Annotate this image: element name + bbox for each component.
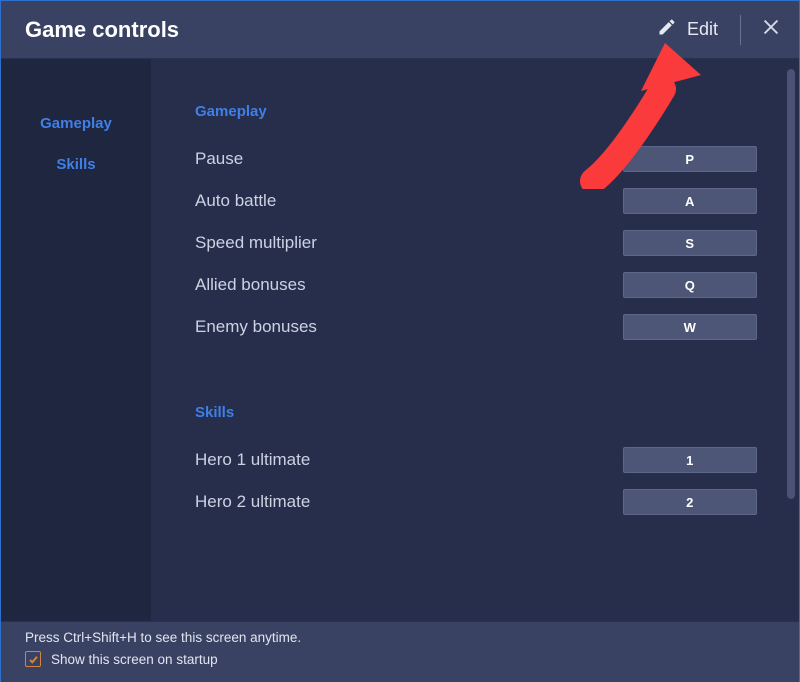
scrollbar-thumb[interactable] [787, 69, 795, 499]
section-title-gameplay: Gameplay [195, 103, 757, 120]
binding-label: Enemy bonuses [195, 317, 317, 337]
binding-label: Auto battle [195, 191, 276, 211]
keybinding-field[interactable]: P [623, 146, 757, 172]
edit-label: Edit [687, 19, 718, 40]
keybinding-field[interactable]: 1 [623, 447, 757, 473]
header-bar: Game controls Edit [1, 1, 799, 59]
binding-row: Auto battle A [195, 180, 757, 222]
close-icon [760, 16, 782, 43]
binding-row: Enemy bonuses W [195, 306, 757, 348]
keybinding-field[interactable]: S [623, 230, 757, 256]
header-divider [740, 15, 741, 45]
section-title-skills: Skills [195, 404, 757, 421]
binding-label: Allied bonuses [195, 275, 306, 295]
close-button[interactable] [757, 16, 785, 44]
startup-checkbox[interactable] [25, 651, 41, 667]
binding-row: Speed multiplier S [195, 222, 757, 264]
binding-row: Hero 1 ultimate 1 [195, 439, 757, 481]
check-icon [28, 654, 39, 665]
binding-row: Hero 2 ultimate 2 [195, 481, 757, 523]
keybinding-field[interactable]: 2 [623, 489, 757, 515]
binding-label: Hero 1 ultimate [195, 450, 310, 470]
pencil-icon [657, 17, 677, 42]
footer-hint: Press Ctrl+Shift+H to see this screen an… [25, 630, 799, 645]
startup-checkbox-row[interactable]: Show this screen on startup [25, 651, 799, 667]
sidebar-item-skills[interactable]: Skills [56, 156, 95, 173]
binding-row: Allied bonuses Q [195, 264, 757, 306]
body: Gameplay Skills Gameplay Pause P Auto ba… [1, 59, 799, 621]
section-gameplay: Gameplay Pause P Auto battle A Speed mul… [195, 103, 757, 348]
main-panel: Gameplay Pause P Auto battle A Speed mul… [151, 59, 787, 621]
binding-label: Pause [195, 149, 243, 169]
scrollbar[interactable] [787, 69, 795, 611]
main-wrap: Gameplay Pause P Auto battle A Speed mul… [151, 59, 799, 621]
startup-checkbox-label: Show this screen on startup [51, 652, 218, 667]
keybinding-field[interactable]: W [623, 314, 757, 340]
sidebar: Gameplay Skills [1, 59, 151, 621]
binding-label: Hero 2 ultimate [195, 492, 310, 512]
sidebar-item-gameplay[interactable]: Gameplay [40, 115, 112, 132]
window-title: Game controls [25, 17, 179, 43]
binding-row: Pause P [195, 138, 757, 180]
edit-button[interactable]: Edit [651, 13, 724, 46]
keybinding-field[interactable]: Q [623, 272, 757, 298]
binding-label: Speed multiplier [195, 233, 317, 253]
keybinding-field[interactable]: A [623, 188, 757, 214]
footer-bar: Press Ctrl+Shift+H to see this screen an… [1, 621, 799, 682]
section-skills: Skills Hero 1 ultimate 1 Hero 2 ultimate… [195, 404, 757, 523]
